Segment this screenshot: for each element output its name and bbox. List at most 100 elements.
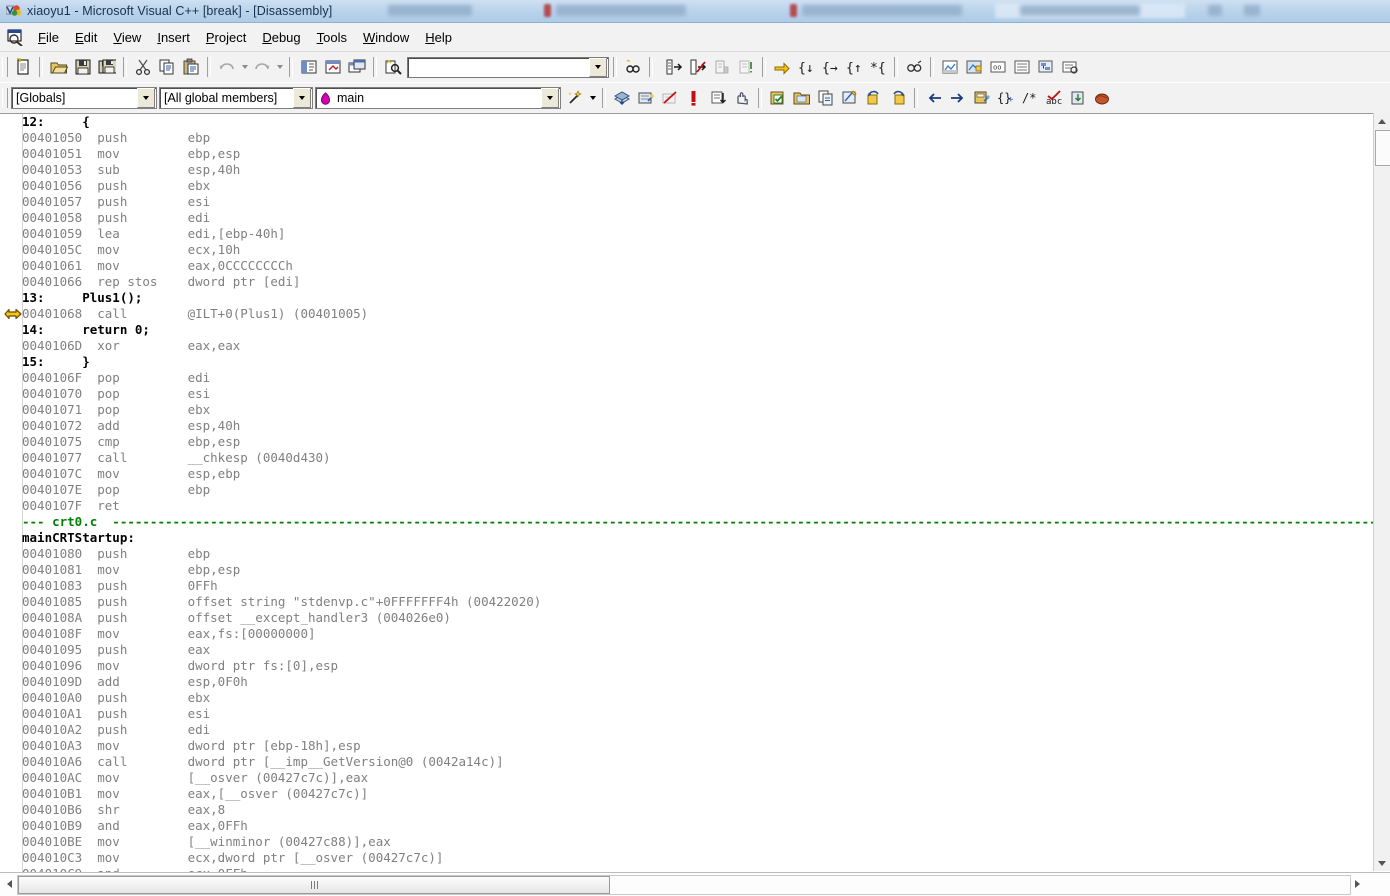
disassembly-line[interactable]: 004010A0 push ebx (22, 690, 1374, 706)
disassembly-line[interactable]: 00401057 push esi (22, 194, 1374, 210)
menu-insert[interactable]: Insert (149, 28, 198, 47)
find-in-files-button[interactable] (381, 56, 405, 79)
menu-window[interactable]: Window (355, 28, 417, 47)
registers-window-button[interactable]: oo (986, 56, 1010, 79)
go-button[interactable] (662, 56, 686, 79)
vertical-scrollbar-thumb[interactable] (1375, 130, 1390, 166)
disassembly-line[interactable]: 00401071 pop ebx (22, 402, 1374, 418)
disassembly-line[interactable]: 0040107C mov esp,ebp (22, 466, 1374, 482)
disassembly-line[interactable]: 004010B6 shr eax,8 (22, 802, 1374, 818)
scope-combo[interactable]: [Globals] (11, 87, 157, 109)
disassembly-line[interactable]: 00401053 sub esp,40h (22, 162, 1374, 178)
redo-button[interactable] (250, 56, 274, 79)
function-combo-dropdown-button[interactable] (541, 88, 559, 108)
find-combo[interactable] (407, 56, 609, 78)
source-line[interactable]: 12: { (22, 114, 1374, 130)
help-button[interactable] (1090, 87, 1114, 110)
disassembly-line[interactable]: 00401096 mov dword ptr fs:[0],esp (22, 658, 1374, 674)
disassembly-line[interactable]: 004010AC mov [__osver (00427c7c)],eax (22, 770, 1374, 786)
disassembly-line[interactable]: 0040109D add esp,0F0h (22, 674, 1374, 690)
stop-build-button[interactable] (658, 87, 682, 110)
scroll-left-button[interactable] (2, 876, 16, 892)
go-debug-arrow-button[interactable] (770, 56, 794, 79)
new-text-file-button[interactable] (11, 56, 35, 79)
disassembly-line[interactable]: 00401068 call @ILT+0(Plus1) (00401005) (22, 306, 1374, 322)
prev-bookmark-button[interactable] (922, 87, 946, 110)
redo-dropdown-button[interactable] (274, 56, 285, 78)
disassembly-button[interactable] (1058, 56, 1082, 79)
menu-file[interactable]: File (30, 28, 67, 47)
search-button[interactable] (621, 56, 645, 79)
watch-window-button[interactable] (938, 56, 962, 79)
disassembly-line[interactable]: 00401080 push ebp (22, 546, 1374, 562)
disassembly-line[interactable]: 004010BE mov [__winminor (00427c88)],eax (22, 834, 1374, 850)
module-separator-line[interactable]: --- crt0.c -----------------------------… (22, 514, 1390, 530)
scroll-down-button[interactable] (1374, 855, 1390, 871)
hand-tool-button[interactable] (730, 87, 754, 110)
disassembly-line[interactable]: 004010C3 mov ecx,dword ptr [__osver (004… (22, 850, 1374, 866)
memory-window-button[interactable] (1010, 56, 1034, 79)
next-bookmark-button[interactable] (946, 87, 970, 110)
bookmark-button[interactable] (1066, 87, 1090, 110)
redo-action-button[interactable] (886, 87, 910, 110)
members-combo[interactable]: [All global members] (159, 87, 313, 109)
vertical-scrollbar[interactable] (1373, 113, 1390, 871)
disassembly-line[interactable]: 00401058 push edi (22, 210, 1374, 226)
find-dropdown-button[interactable] (589, 57, 607, 77)
class-wizard-button[interactable] (970, 87, 994, 110)
cut-button[interactable] (131, 56, 155, 79)
disassembly-line[interactable]: 00401085 push offset string "stdenvp.c"+… (22, 594, 1374, 610)
copy-item-button[interactable] (814, 87, 838, 110)
disassembly-line[interactable]: 00401072 add esp,40h (22, 418, 1374, 434)
menu-project[interactable]: Project (198, 28, 254, 47)
stop-debugging-button[interactable] (710, 56, 734, 79)
window-list-button[interactable] (345, 56, 369, 79)
execute-program-button[interactable] (682, 87, 706, 110)
call-stack-button[interactable] (1034, 56, 1058, 79)
break-execution-button[interactable] (734, 56, 758, 79)
toolbar-grip[interactable] (2, 88, 8, 108)
build-button[interactable] (634, 87, 658, 110)
run-to-cursor-button[interactable]: *{} (866, 56, 890, 79)
disassembly-line[interactable]: 00401056 push ebx (22, 178, 1374, 194)
open-button[interactable] (47, 56, 71, 79)
disassembly-line[interactable]: 0040106D xor eax,eax (22, 338, 1374, 354)
disassembly-line[interactable]: 0040108A push offset __except_handler3 (… (22, 610, 1374, 626)
disassembly-line[interactable]: 004010A6 call dword ptr [__imp__GetVersi… (22, 754, 1374, 770)
mdi-child-window-icon[interactable] (6, 28, 26, 47)
members-combo-dropdown-button[interactable] (293, 88, 311, 108)
disassembly-line[interactable]: 0040105C mov ecx,10h (22, 242, 1374, 258)
paste-button[interactable] (179, 56, 203, 79)
disassembly-line[interactable]: 004010B9 and eax,0FFh (22, 818, 1374, 834)
step-over-button[interactable]: {→} (818, 56, 842, 79)
save-all-button[interactable] (95, 56, 119, 79)
wizardbar-actions-dropdown-button[interactable] (587, 87, 598, 109)
scroll-right-button[interactable] (1350, 876, 1364, 892)
undo-action-button[interactable] (862, 87, 886, 110)
source-line[interactable]: 15: } (22, 354, 1374, 370)
disassembly-line[interactable]: 0040107F ret (22, 498, 1374, 514)
disassembly-line[interactable]: 004010A1 push esi (22, 706, 1374, 722)
disassembly-line[interactable]: 00401070 pop esi (22, 386, 1374, 402)
disassembly-line[interactable]: 00401061 mov eax,0CCCCCCCCh (22, 258, 1374, 274)
disassembly-gutter[interactable] (0, 114, 23, 872)
compile-button[interactable] (610, 87, 634, 110)
menu-view[interactable]: View (105, 28, 149, 47)
edit-item-button[interactable] (838, 87, 862, 110)
disassembly-line[interactable]: 0040108F mov eax,fs:[00000000] (22, 626, 1374, 642)
disassembly-line[interactable]: 00401059 lea edi,[ebp-40h] (22, 226, 1374, 242)
toolbar-grip[interactable] (2, 57, 8, 77)
scroll-up-button[interactable] (1374, 113, 1390, 129)
spelling-button[interactable]: abc (1042, 87, 1066, 110)
source-line[interactable]: 14: return 0; (22, 322, 1374, 338)
disassembly-line[interactable]: 00401081 mov ebp,esp (22, 562, 1374, 578)
menu-debug[interactable]: Debug (254, 28, 308, 47)
wizardbar-actions-button[interactable] (563, 87, 587, 110)
add-member-function-button[interactable]: {} + (994, 87, 1018, 110)
copy-button[interactable] (155, 56, 179, 79)
disassembly-window[interactable]: 12: {00401050 push ebp 00401051 mov ebp,e… (0, 113, 1390, 872)
disassembly-line[interactable]: 00401050 push ebp (22, 130, 1374, 146)
undo-button[interactable] (215, 56, 239, 79)
save-button[interactable] (71, 56, 95, 79)
disassembly-line[interactable]: 00401075 cmp ebp,esp (22, 434, 1374, 450)
